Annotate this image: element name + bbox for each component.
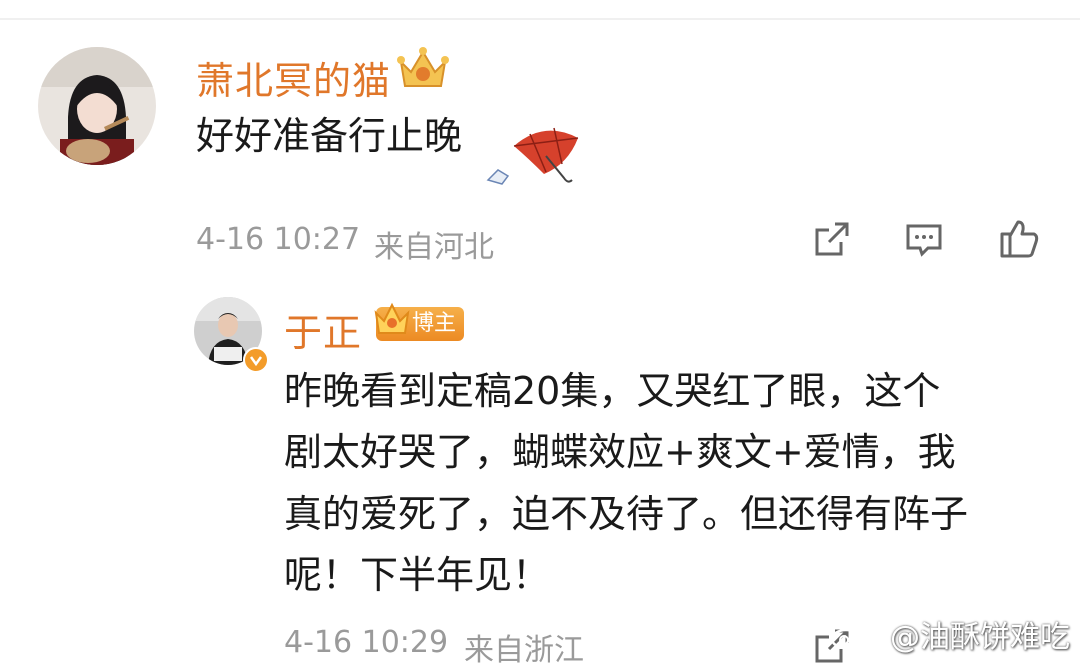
crown-icon <box>397 46 449 92</box>
reply-username[interactable]: 于正 <box>284 302 362 357</box>
avatar[interactable] <box>38 47 156 165</box>
reply-text-line: 昨晚看到定稿20集，又哭红了眼，这个 <box>284 369 941 413</box>
like-icon[interactable] <box>996 216 1040 260</box>
comment-text: 好好准备行止晚 <box>196 114 463 158</box>
blogger-badge: 博主 <box>374 302 465 341</box>
comment-date: 4-16 10:27 <box>196 222 361 257</box>
weibo-logo-icon <box>830 620 868 650</box>
reply-text-line: 真的爱死了，迫不及待了。但还得有阵子 <box>284 492 969 536</box>
share-icon[interactable] <box>809 218 853 262</box>
comment-location: 来自河北 <box>374 230 494 265</box>
reply-text-line: 剧太好哭了，蝴蝶效应+爽文+爱情，我 <box>284 430 956 474</box>
reply-location: 来自浙江 <box>464 633 584 668</box>
username[interactable]: 萧北冥的猫 <box>196 50 391 105</box>
badge-label: 博主 <box>412 311 457 336</box>
watermark: @油酥饼难吃 <box>890 620 1070 655</box>
crown-icon <box>372 299 412 339</box>
reply-text-line: 呢！下半年见！ <box>284 553 551 597</box>
reply-date: 4-16 10:29 <box>284 625 449 660</box>
umbrella-icon <box>484 124 588 190</box>
top-divider <box>0 18 1080 20</box>
verified-icon <box>243 347 269 373</box>
comment-icon[interactable] <box>902 218 946 262</box>
